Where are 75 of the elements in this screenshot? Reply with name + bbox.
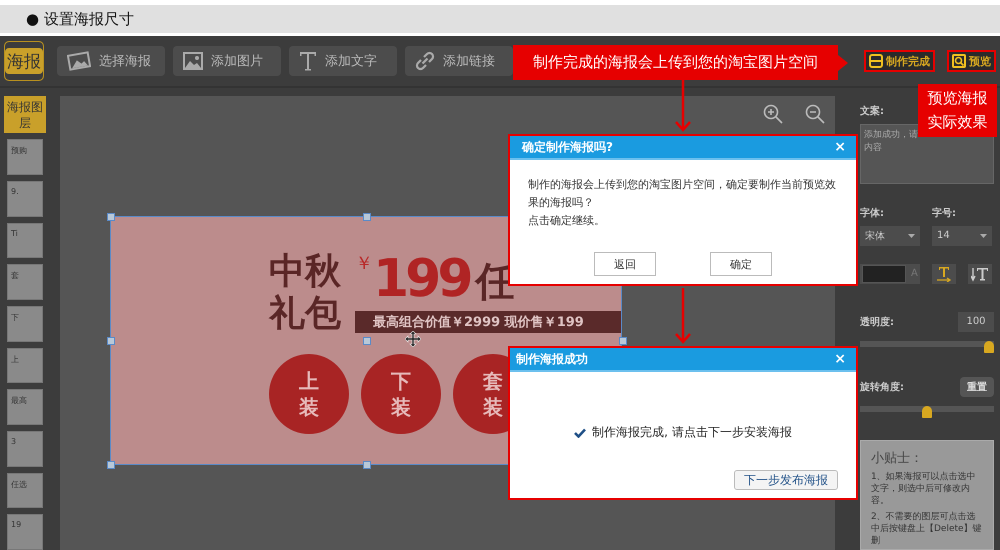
move-cursor-icon bbox=[405, 331, 421, 347]
opacity-field[interactable]: 100 bbox=[958, 312, 994, 332]
resize-handle[interactable] bbox=[363, 337, 371, 345]
currency-sign: ￥ bbox=[355, 252, 373, 275]
tip-text: 1、如果海报可以点击选中文字，则选中后可修改内容。 bbox=[871, 471, 977, 508]
field-label: 字体: bbox=[860, 206, 885, 220]
preview-button[interactable]: 预览 bbox=[947, 50, 996, 72]
resize-handle[interactable] bbox=[107, 213, 115, 221]
resize-handle[interactable] bbox=[363, 461, 371, 469]
field-label: 透明度: bbox=[860, 315, 894, 329]
layer-item[interactable]: 9. bbox=[7, 181, 43, 217]
dialog-button[interactable]: 返回 bbox=[594, 252, 656, 276]
layers-heading: 海报图层 bbox=[4, 96, 46, 134]
dialog-message: 制作的海报会上传到您的淘宝图片空间，确定要制作当前预览效果的海报吗？ bbox=[528, 177, 837, 211]
slider-thumb[interactable] bbox=[922, 406, 932, 418]
arrow bbox=[675, 80, 691, 132]
vertical-text-button[interactable] bbox=[968, 264, 992, 284]
price-banner: 最高组合价值￥2999 现价售￥199 bbox=[355, 311, 621, 333]
slider-thumb[interactable] bbox=[984, 340, 994, 353]
layer-item[interactable]: 套 bbox=[7, 264, 43, 300]
callout-tooltip: 预览海报实际效果 bbox=[918, 84, 997, 137]
text-icon bbox=[299, 51, 317, 71]
category-badge: 下装 bbox=[361, 354, 441, 434]
layer-item[interactable]: Ti bbox=[7, 222, 43, 258]
toolbar-button[interactable]: 添加链接 bbox=[405, 46, 513, 76]
zoom-in-icon[interactable] bbox=[763, 104, 783, 124]
poster-price: 199 bbox=[373, 251, 470, 307]
toolbar-button[interactable]: 选择海报 bbox=[57, 46, 165, 76]
layer-item[interactable]: 下 bbox=[7, 306, 43, 342]
close-button[interactable]: × bbox=[834, 139, 846, 155]
next-step-button[interactable]: 下一步发布海报 bbox=[734, 470, 838, 490]
link-icon bbox=[415, 51, 435, 71]
resize-handle[interactable] bbox=[363, 213, 371, 221]
tips-title: 小贴士： bbox=[871, 450, 924, 468]
caret-icon bbox=[908, 234, 915, 238]
dialog-button[interactable]: 确定 bbox=[710, 252, 772, 276]
resize-handle[interactable] bbox=[619, 337, 627, 345]
layer-item[interactable]: 19 bbox=[7, 514, 43, 550]
zoom-out-icon[interactable] bbox=[805, 104, 825, 124]
toolbar-button[interactable]: 添加文字 bbox=[289, 46, 397, 76]
save-icon bbox=[869, 54, 883, 68]
page-heading: ● 设置海报尺寸 bbox=[26, 10, 134, 28]
poster-title: 礼包 bbox=[269, 293, 341, 335]
finish-button[interactable]: 制作完成 bbox=[864, 50, 935, 72]
poster-title: 中秋 bbox=[269, 251, 341, 293]
dialog-title: 确定制作海报吗? bbox=[522, 138, 613, 156]
text-underline-icon bbox=[936, 266, 952, 282]
dialog-message: 点击确定继续。 bbox=[528, 213, 606, 229]
picture-icon bbox=[183, 52, 203, 70]
toolbar-button[interactable]: 添加图片 bbox=[173, 46, 281, 76]
tip-text: 2、不需要的图层可点击选中后按键盘上【Delete】键删 bbox=[871, 511, 983, 548]
check-icon bbox=[574, 428, 586, 438]
category-badge: 上装 bbox=[269, 354, 349, 434]
resize-handle[interactable] bbox=[107, 337, 115, 345]
search-icon bbox=[952, 54, 966, 68]
field-label: 旋转角度: bbox=[860, 380, 904, 394]
app-logo: 海报 bbox=[4, 41, 44, 81]
font-dropdown[interactable]: 宋体 bbox=[860, 226, 920, 246]
layer-item[interactable]: 最高 bbox=[7, 389, 43, 426]
caret-icon bbox=[980, 234, 987, 238]
layer-item[interactable]: 任选 bbox=[7, 472, 43, 508]
text-style-button[interactable] bbox=[932, 264, 956, 284]
picture-icon bbox=[67, 51, 91, 71]
field-label: 字号: bbox=[932, 206, 957, 220]
arrow bbox=[675, 288, 691, 344]
reset-button[interactable]: 重置 bbox=[960, 376, 994, 397]
layer-item[interactable]: 3 bbox=[7, 431, 43, 467]
vertical-text-icon bbox=[971, 266, 989, 282]
field-label: 文案: bbox=[860, 104, 885, 118]
layer-item[interactable]: 上 bbox=[7, 348, 43, 384]
close-button[interactable]: × bbox=[834, 351, 846, 367]
callout-tooltip: 制作完成的海报会上传到您的淘宝图片空间 bbox=[513, 45, 838, 80]
size-dropdown[interactable]: 14 bbox=[932, 226, 992, 246]
resize-handle[interactable] bbox=[107, 461, 115, 469]
layer-item[interactable]: 预购 bbox=[7, 139, 43, 176]
